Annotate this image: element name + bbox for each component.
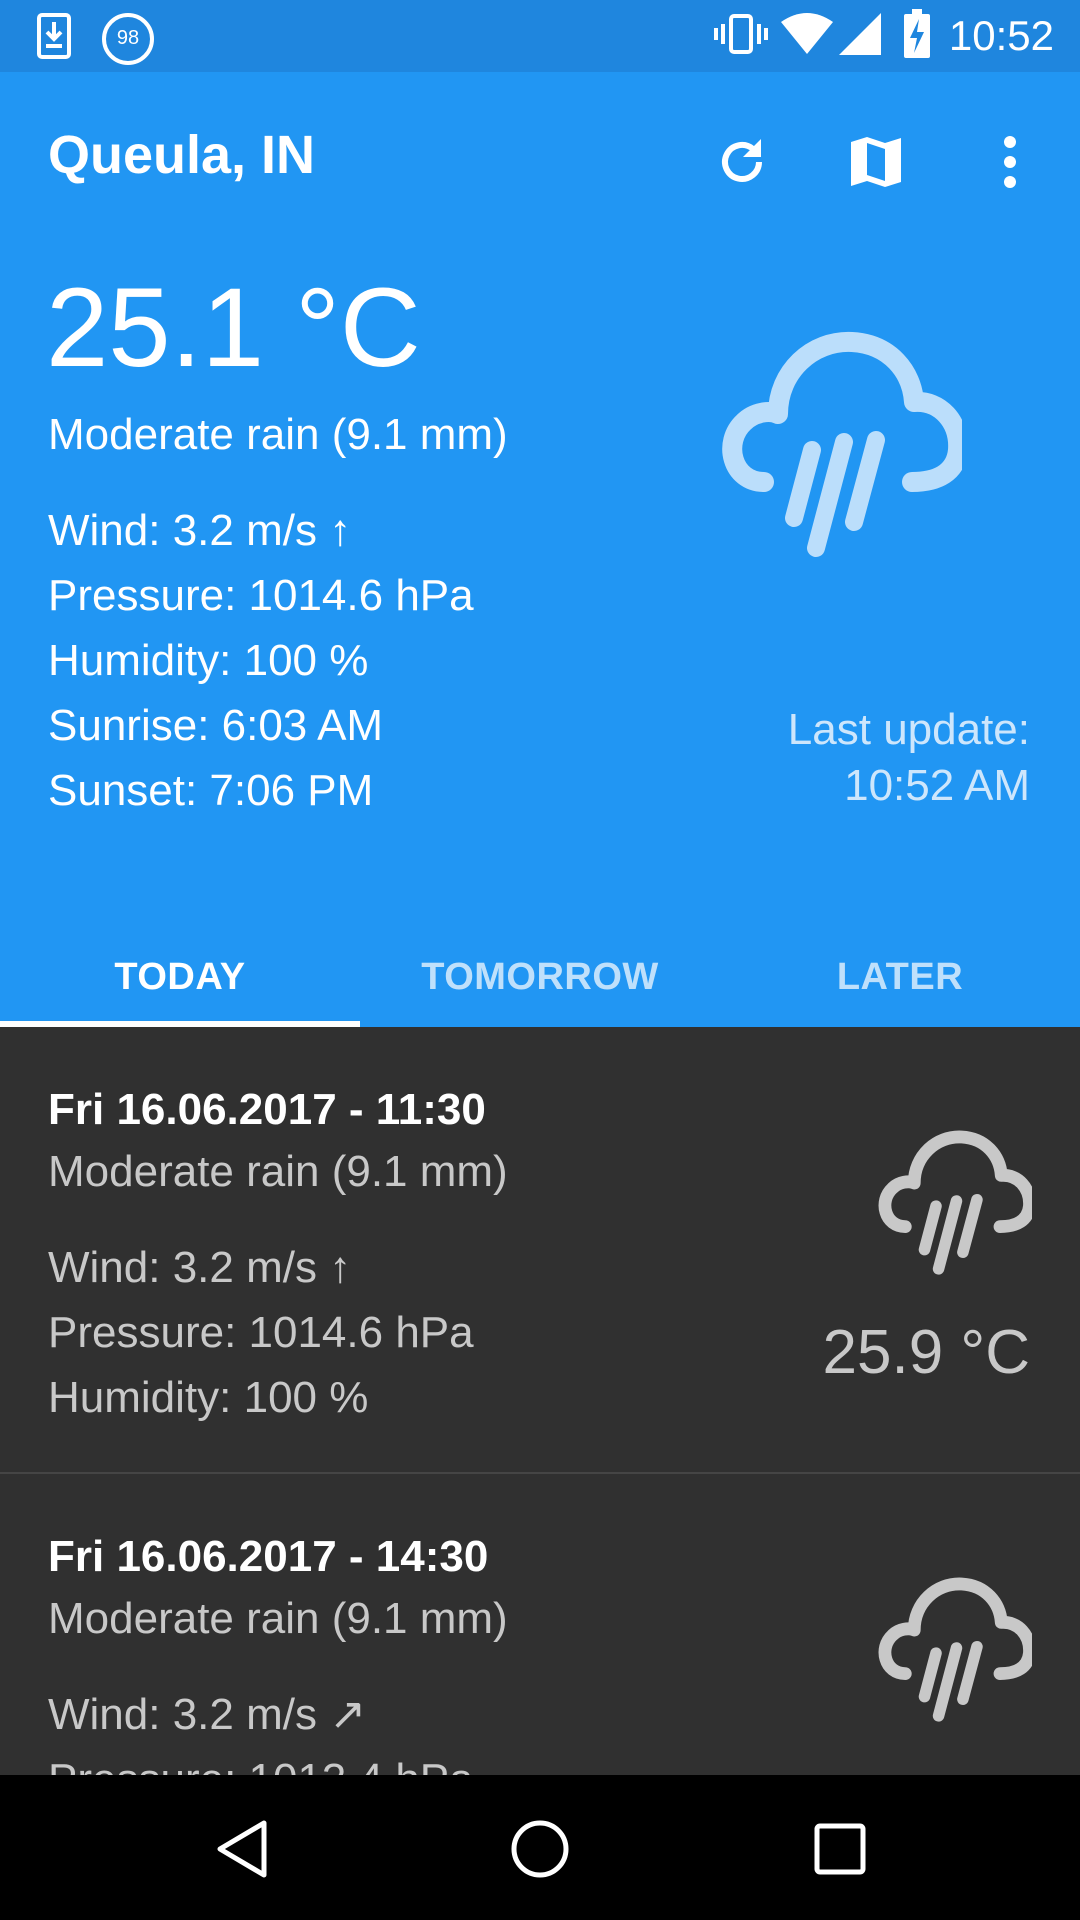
status-bar: 98 10:52 — [0, 0, 1080, 72]
map-icon — [848, 134, 904, 195]
back-button[interactable] — [202, 1811, 282, 1891]
more-vert-icon — [1002, 135, 1018, 193]
current-details: Wind: 3.2 m/s ↑ Pressure: 1014.6 hPa Hum… — [48, 498, 474, 823]
forecast-wind: Wind: 3.2 m/s ↗ — [48, 1690, 367, 1739]
wifi-icon — [780, 12, 833, 61]
refresh-button[interactable] — [702, 124, 782, 204]
rain-cloud-icon — [712, 322, 969, 567]
tab-later[interactable]: LATER — [720, 928, 1080, 1027]
forecast-date: Fri 16.06.2017 - 14:30 — [48, 1532, 489, 1581]
forecast-wind: Wind: 3.2 m/s ↑ — [48, 1243, 352, 1292]
forecast-temperature: 25.9 °C — [822, 1318, 1030, 1387]
forecast-date: Fri 16.06.2017 - 11:30 — [48, 1085, 486, 1134]
forecast-item[interactable]: Fri 16.06.2017 - 11:30 Moderate rain (9.… — [0, 1027, 1080, 1474]
forecast-list[interactable]: Fri 16.06.2017 - 11:30 Moderate rain (9.… — [0, 1027, 1080, 1775]
forecast-pressure: Pressure: 1014.6 hPa — [48, 1308, 474, 1357]
forecast-details: Wind: 3.2 m/s ↗ Pressure: 1013.4 hPa — [48, 1682, 474, 1775]
toolbar-actions — [648, 124, 1050, 204]
forecast-description: Moderate rain (9.1 mm) — [48, 1594, 508, 1643]
battery-charging-icon — [903, 8, 931, 64]
current-pressure: Pressure: 1014.6 hPa — [48, 571, 474, 620]
refresh-icon — [715, 135, 769, 194]
current-sunset: Sunset: 7:06 PM — [48, 766, 374, 815]
current-sunrise: Sunrise: 6:03 AM — [48, 701, 384, 750]
recents-button[interactable] — [800, 1811, 880, 1891]
rain-cloud-icon — [872, 1123, 1036, 1284]
forecast-tabs: TODAY TOMORROW LATER — [0, 928, 1080, 1027]
city-title: Queula, IN — [48, 125, 316, 185]
recents-icon — [814, 1823, 866, 1880]
download-icon — [36, 12, 72, 65]
more-options-button[interactable] — [970, 124, 1050, 204]
home-icon — [510, 1819, 570, 1884]
tab-today[interactable]: TODAY — [0, 928, 360, 1027]
notification-count-badge: 98 — [102, 12, 154, 65]
forecast-humidity: Humidity: 100 % — [48, 1373, 369, 1422]
forecast-item[interactable]: Fri 16.06.2017 - 14:30 Moderate rain (9.… — [0, 1474, 1080, 1775]
home-button[interactable] — [500, 1811, 580, 1891]
last-update-label: Last update: — [787, 705, 1030, 754]
last-update: Last update: 10:52 AM — [788, 702, 1030, 814]
status-clock: 10:52 — [948, 12, 1054, 59]
forecast-description: Moderate rain (9.1 mm) — [48, 1147, 508, 1196]
current-description: Moderate rain (9.1 mm) — [48, 410, 508, 459]
tab-tomorrow[interactable]: TOMORROW — [360, 928, 720, 1027]
back-icon — [214, 1819, 270, 1884]
map-button[interactable] — [836, 124, 916, 204]
current-temperature: 25.1 °C — [46, 265, 421, 390]
navigation-bar — [0, 1775, 1080, 1920]
vibrate-icon — [713, 10, 769, 63]
current-humidity: Humidity: 100 % — [48, 636, 369, 685]
current-wind: Wind: 3.2 m/s ↑ — [48, 506, 352, 555]
signal-icon — [837, 11, 883, 62]
forecast-pressure: Pressure: 1013.4 hPa — [48, 1747, 474, 1775]
current-weather-header: Queula, IN 25.1 °C Moderate rain (9.1 mm… — [0, 72, 1080, 1027]
forecast-details: Wind: 3.2 m/s ↑ Pressure: 1014.6 hPa Hum… — [48, 1235, 474, 1430]
rain-cloud-icon — [872, 1570, 1036, 1731]
last-update-time: 10:52 AM — [844, 761, 1030, 810]
